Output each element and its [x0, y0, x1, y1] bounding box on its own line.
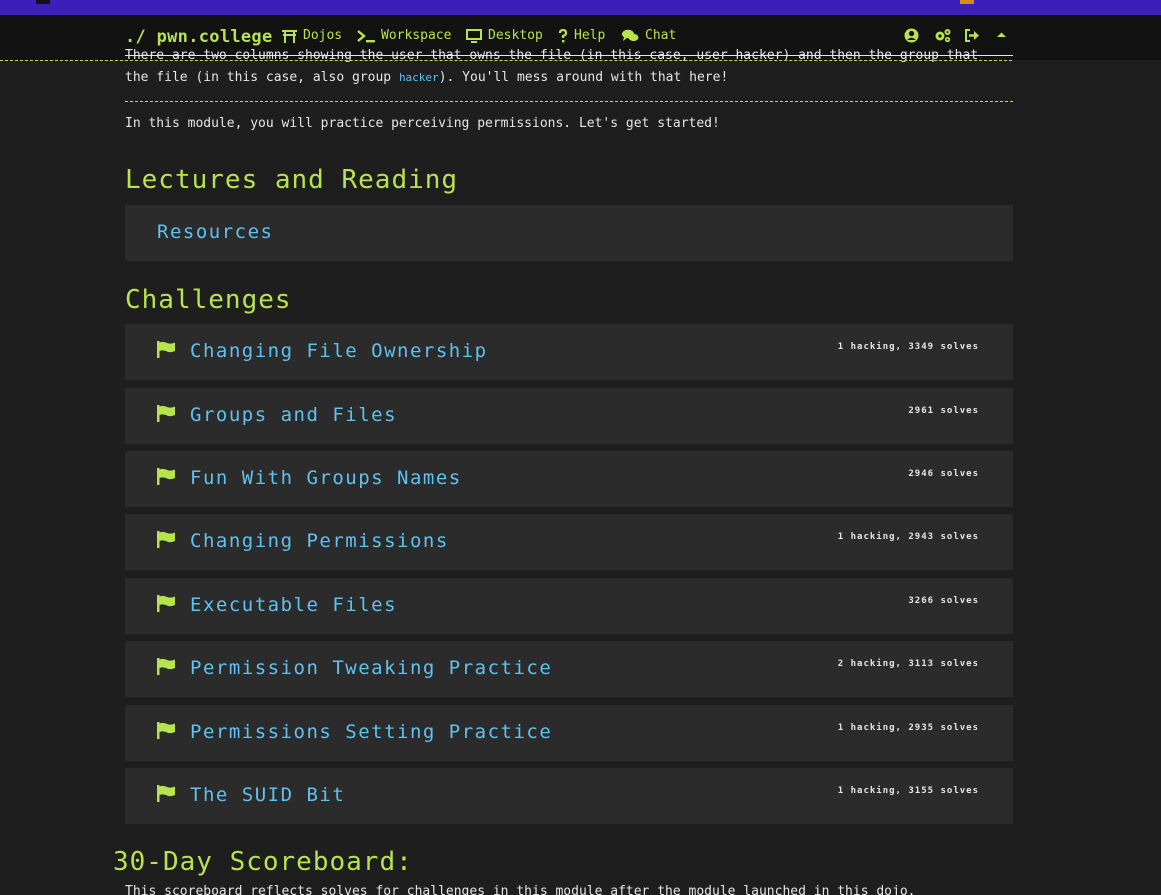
nav-help[interactable]: Help: [558, 28, 605, 43]
nav-workspace[interactable]: Workspace: [357, 28, 451, 43]
nav-desktop[interactable]: Desktop: [466, 28, 543, 43]
nav-chat-label: Chat: [645, 28, 677, 43]
challenge-card[interactable]: Permissions Setting Practice 1 hacking, …: [125, 705, 1013, 761]
challenge-card[interactable]: Fun With Groups Names 2946 solves: [125, 451, 1013, 507]
description-text: the file (in this case, also group hacke…: [125, 70, 729, 85]
browser-tab-strip: [0, 0, 1161, 15]
nav-desktop-label: Desktop: [488, 28, 543, 43]
flag-icon: [157, 595, 175, 612]
desktop-icon: [466, 28, 482, 43]
flag-icon: [157, 785, 175, 802]
chat-icon: [622, 29, 639, 41]
challenge-card[interactable]: The SUID Bit 1 hacking, 3155 solves: [125, 768, 1013, 824]
question-icon: [558, 28, 568, 42]
user-circle-icon[interactable]: [904, 28, 919, 43]
resources-card[interactable]: Resources: [125, 205, 1013, 261]
challenge-stats: 1 hacking, 3155 solves: [837, 786, 979, 796]
lectures-heading: Lectures and Reading: [125, 165, 459, 195]
description-divider: [125, 101, 1013, 102]
challenge-stats: 2961 solves: [908, 406, 979, 416]
nav-chat[interactable]: Chat: [622, 28, 676, 43]
challenge-title[interactable]: The SUID Bit: [190, 784, 345, 806]
flag-icon: [157, 658, 175, 675]
tab-favicon-fragment: [960, 0, 974, 4]
challenge-card[interactable]: Groups and Files 2961 solves: [125, 388, 1013, 444]
flag-icon: [157, 531, 175, 548]
nav-dojos-label: Dojos: [303, 28, 343, 43]
challenge-card[interactable]: Permission Tweaking Practice 2 hacking, …: [125, 641, 1013, 697]
challenge-card[interactable]: Executable Files 3266 solves: [125, 578, 1013, 634]
challenge-title[interactable]: Groups and Files: [190, 404, 397, 426]
cogs-icon[interactable]: [934, 28, 952, 43]
challenge-title[interactable]: Executable Files: [190, 594, 397, 616]
scoreboard-heading: 30-Day Scoreboard:: [113, 847, 413, 877]
challenge-title[interactable]: Changing File Ownership: [190, 340, 488, 362]
brand-logo[interactable]: ./ pwn.college: [125, 27, 273, 47]
challenge-stats: 3266 solves: [908, 596, 979, 606]
terminal-icon: [357, 29, 375, 42]
challenge-title[interactable]: Permissions Setting Practice: [190, 721, 552, 743]
challenge-stats: 1 hacking, 2935 solves: [837, 723, 979, 733]
caret-up-icon[interactable]: [997, 28, 1006, 43]
nav-workspace-label: Workspace: [381, 28, 452, 43]
challenge-stats: 1 hacking, 2943 solves: [837, 532, 979, 542]
nav-help-label: Help: [574, 28, 606, 43]
nav-account-controls: [904, 28, 1006, 43]
module-intro: In this module, you will practice percei…: [125, 116, 720, 131]
sign-out-icon[interactable]: [964, 28, 980, 43]
challenge-title[interactable]: Changing Permissions: [190, 530, 449, 552]
tab-fragment: [36, 0, 50, 4]
nav-dojos[interactable]: Dojos: [282, 28, 342, 43]
scoreboard-note: This scoreboard reflects solves for chal…: [125, 884, 916, 895]
challenge-title[interactable]: Fun With Groups Names: [190, 467, 462, 489]
challenge-stats: 1 hacking, 3349 solves: [837, 342, 979, 352]
resources-link[interactable]: Resources: [157, 221, 273, 243]
challenge-stats: 2946 solves: [908, 469, 979, 479]
navbar-divider: [0, 60, 1012, 61]
challenge-card[interactable]: Changing File Ownership 1 hacking, 3349 …: [125, 324, 1013, 380]
challenge-stats: 2 hacking, 3113 solves: [837, 659, 979, 669]
challenge-title[interactable]: Permission Tweaking Practice: [190, 657, 552, 679]
flag-icon: [157, 405, 175, 422]
flag-icon: [157, 468, 175, 485]
challenges-heading: Challenges: [125, 285, 292, 315]
inline-code: hacker: [398, 71, 439, 84]
flag-icon: [157, 722, 175, 739]
challenge-card[interactable]: Changing Permissions 1 hacking, 2943 sol…: [125, 514, 1013, 570]
torii-gate-icon: [282, 29, 297, 43]
flag-icon: [157, 341, 175, 358]
